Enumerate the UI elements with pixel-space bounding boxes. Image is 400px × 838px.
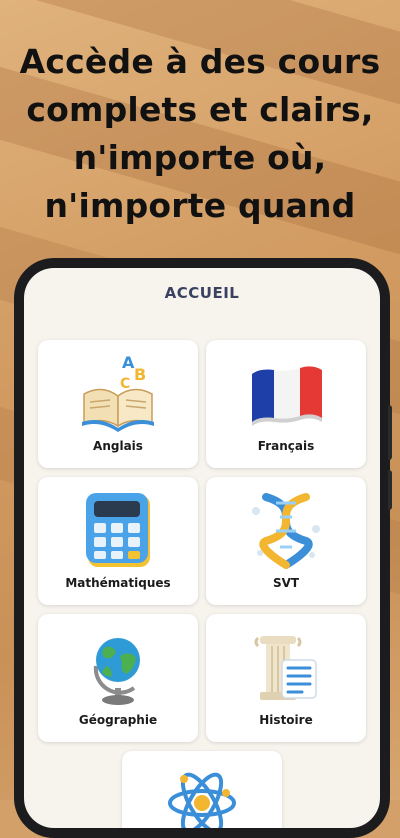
phone-screen: ACCUEIL A B C Anglais Français Mathémati… (24, 268, 380, 828)
open-book-abc-icon: A B C (82, 353, 154, 432)
subject-label: Mathématiques (65, 576, 171, 590)
phone-side-button (388, 470, 392, 510)
dna-helix-icon (252, 493, 320, 569)
subject-card-mathematiques[interactable]: Mathématiques (38, 477, 198, 605)
subject-label: Géographie (78, 713, 158, 727)
subject-card-geographie[interactable]: Géographie (38, 614, 198, 742)
svg-text:C: C (120, 376, 130, 392)
subject-label: Histoire (259, 713, 313, 727)
headline-line: n'importe quand (44, 186, 356, 225)
subject-card-francais[interactable]: Français (206, 340, 366, 468)
headline-line: complets et clairs, (26, 90, 374, 129)
page-title: ACCUEIL (164, 284, 240, 302)
column-scroll-icon (254, 636, 317, 700)
globe-icon (93, 638, 140, 705)
phone-side-button (388, 405, 392, 460)
subject-label: Anglais (93, 439, 143, 453)
promo-headline: Accède à des cours complets et clairs, n… (0, 38, 400, 230)
headline-line: Accède à des cours (19, 42, 381, 81)
atom-icon (168, 772, 236, 828)
subject-card-physique[interactable] (122, 751, 282, 828)
subject-card-histoire[interactable]: Histoire (206, 614, 366, 742)
subject-label: Français (257, 439, 315, 453)
headline-line: n'importe où, (73, 138, 327, 177)
subject-card-anglais[interactable]: A B C Anglais (38, 340, 198, 468)
calculator-icon (86, 493, 150, 567)
svg-text:B: B (134, 365, 146, 384)
french-flag-icon (252, 366, 322, 426)
subject-card-svt[interactable]: SVT (206, 477, 366, 605)
subject-label: SVT (272, 576, 300, 590)
